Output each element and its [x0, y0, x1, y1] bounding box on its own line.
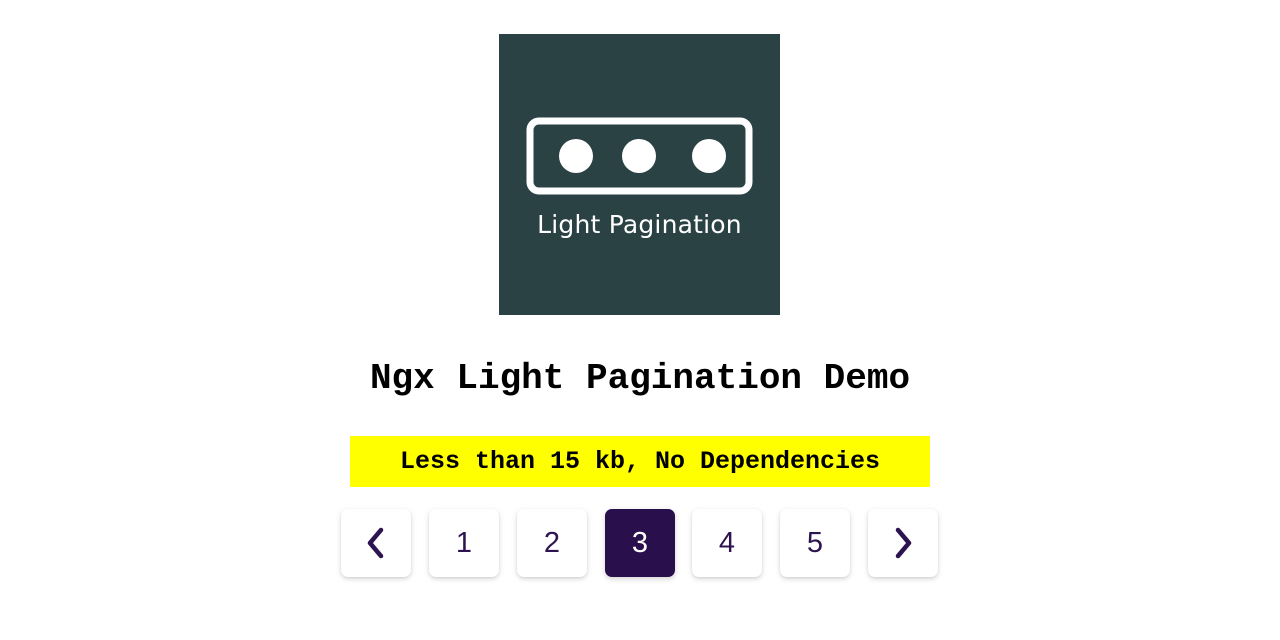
light-pagination-logo: Light Pagination: [499, 34, 780, 315]
page-button-2[interactable]: 2: [517, 509, 587, 577]
chevron-right-icon: [895, 527, 912, 559]
logo-text: Light Pagination: [537, 210, 742, 239]
pagination-dots-icon: [526, 117, 753, 195]
chevron-left-icon: [367, 527, 384, 559]
tagline-banner: Less than 15 kb, No Dependencies: [350, 436, 930, 487]
page-button-4[interactable]: 4: [692, 509, 762, 577]
page-button-1[interactable]: 1: [429, 509, 499, 577]
demo-page: Light Pagination Ngx Light Pagination De…: [0, 0, 1280, 640]
page-button-3-current[interactable]: 3: [605, 509, 675, 577]
next-page-button[interactable]: [868, 509, 938, 577]
prev-page-button[interactable]: [341, 509, 411, 577]
page-button-5[interactable]: 5: [780, 509, 850, 577]
page-title: Ngx Light Pagination Demo: [369, 358, 911, 399]
